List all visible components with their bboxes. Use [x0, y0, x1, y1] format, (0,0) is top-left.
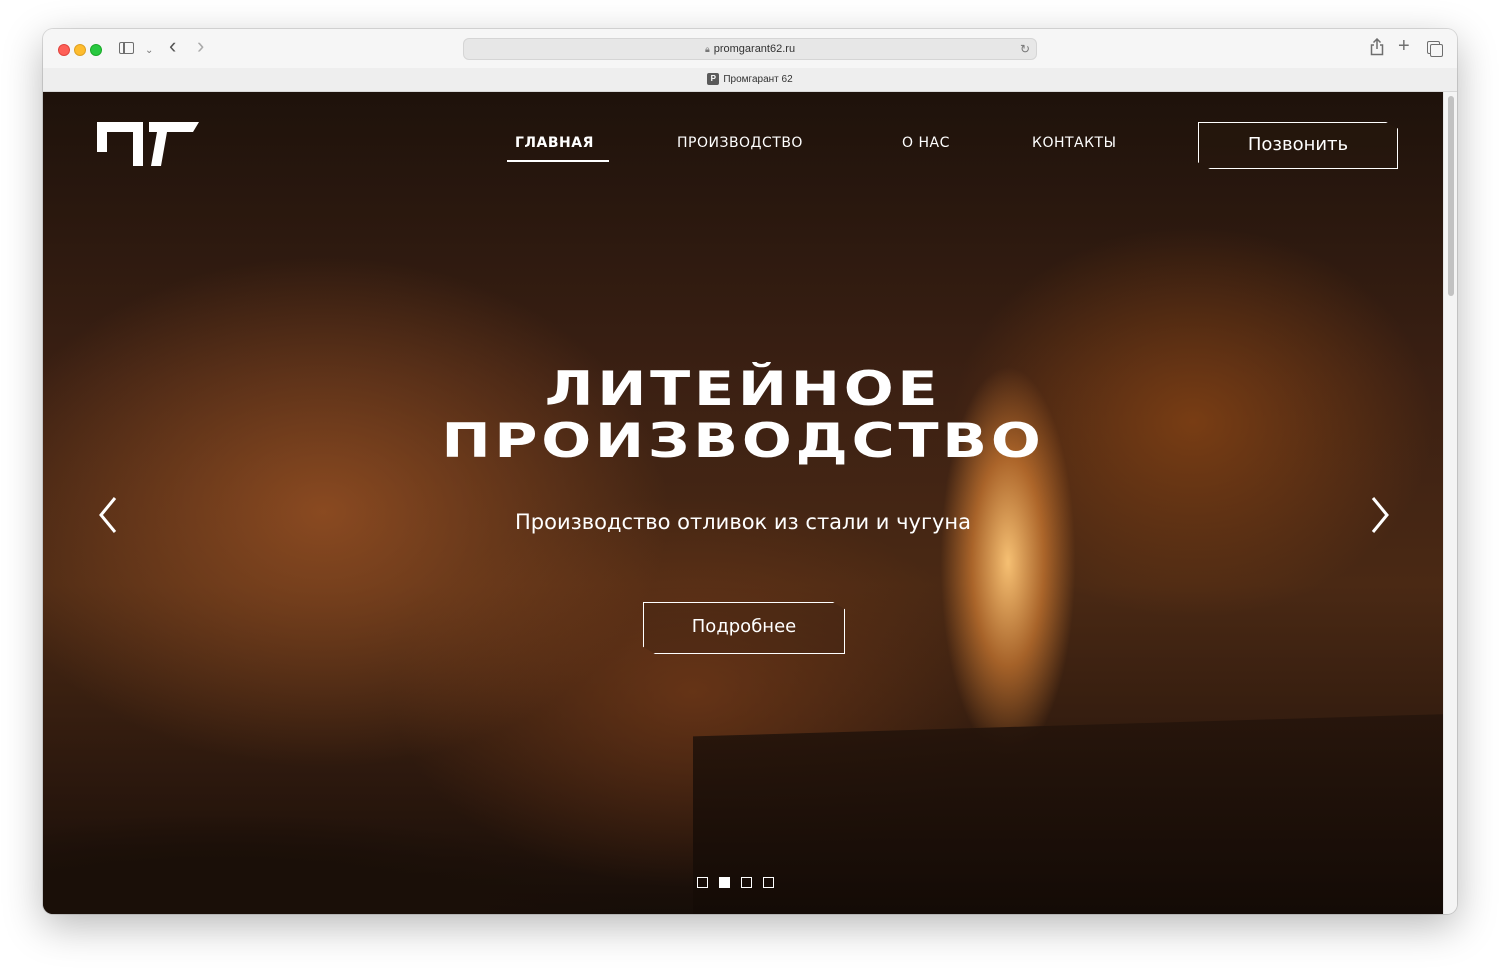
scrollbar-thumb[interactable]	[1448, 96, 1454, 296]
nav-item-main[interactable]: ГЛАВНАЯ	[515, 135, 594, 151]
hero-title-line-1: ЛИТЕЙНОЕ	[544, 362, 942, 417]
slider-dot-2[interactable]	[719, 877, 730, 888]
address-bar[interactable]: 🔒︎ promgarant62.ru ↻	[463, 38, 1037, 60]
new-tab-icon[interactable]: +	[1398, 36, 1410, 56]
hero-title-line-2: ПРОИЗВОДСТВО	[441, 414, 1045, 469]
slider-dot-1[interactable]	[697, 877, 708, 888]
hero-subtitle: Производство отливок из стали и чугуна	[514, 510, 972, 534]
site-logo[interactable]	[97, 122, 199, 168]
nav-item-production[interactable]: ПРОИЗВОДСТВО	[677, 135, 803, 151]
more-button[interactable]: Подробнее	[643, 602, 845, 654]
minimize-window-button[interactable]	[74, 44, 86, 56]
hero-slider: ГЛАВНАЯ ПРОИЗВОДСТВО О НАС КОНТАКТЫ Позв…	[43, 92, 1443, 914]
slider-dot-3[interactable]	[741, 877, 752, 888]
reload-icon[interactable]: ↻	[1020, 39, 1030, 59]
lock-icon: 🔒︎	[704, 44, 710, 54]
tab-title: Промгарант 62	[723, 74, 793, 85]
logo-mark-icon	[97, 122, 199, 166]
sidebar-toggle-icon[interactable]	[119, 42, 134, 54]
share-icon[interactable]	[1370, 37, 1384, 62]
zoom-window-button[interactable]	[90, 44, 102, 56]
arrow-left-icon[interactable]	[93, 490, 123, 540]
back-icon[interactable]: ‹	[169, 35, 176, 57]
arrow-right-icon[interactable]	[1365, 490, 1395, 540]
call-button[interactable]: Позвонить	[1198, 122, 1398, 169]
browser-window: ⌄ ‹ › 🔒︎ promgarant62.ru ↻ + P Промгарант …	[43, 29, 1457, 914]
hero-background-machinery	[693, 714, 1443, 914]
nav-active-underline	[507, 160, 609, 162]
tab-overview-icon[interactable]	[1427, 41, 1443, 57]
browser-toolbar: ⌄ ‹ › 🔒︎ promgarant62.ru ↻ +	[43, 29, 1457, 68]
slider-dot-4[interactable]	[763, 877, 774, 888]
page-scrollbar[interactable]	[1443, 92, 1457, 914]
web-page: ГЛАВНАЯ ПРОИЗВОДСТВО О НАС КОНТАКТЫ Позв…	[43, 92, 1457, 914]
chevron-down-icon[interactable]: ⌄	[145, 41, 153, 61]
hero-title: ЛИТЕЙНОЕ ПРОИЗВОДСТВО	[43, 364, 1457, 468]
active-tab[interactable]: P Промгарант 62	[43, 68, 1457, 92]
forward-icon[interactable]: ›	[197, 35, 204, 57]
close-window-button[interactable]	[58, 44, 70, 56]
url-text: promgarant62.ru	[713, 43, 796, 55]
hero-background-ground	[43, 764, 743, 914]
tab-bar: P Промгарант 62	[43, 68, 1457, 92]
nav-item-about[interactable]: О НАС	[902, 135, 950, 151]
nav-item-contacts[interactable]: КОНТАКТЫ	[1032, 135, 1116, 151]
favicon-icon: P	[707, 73, 720, 86]
